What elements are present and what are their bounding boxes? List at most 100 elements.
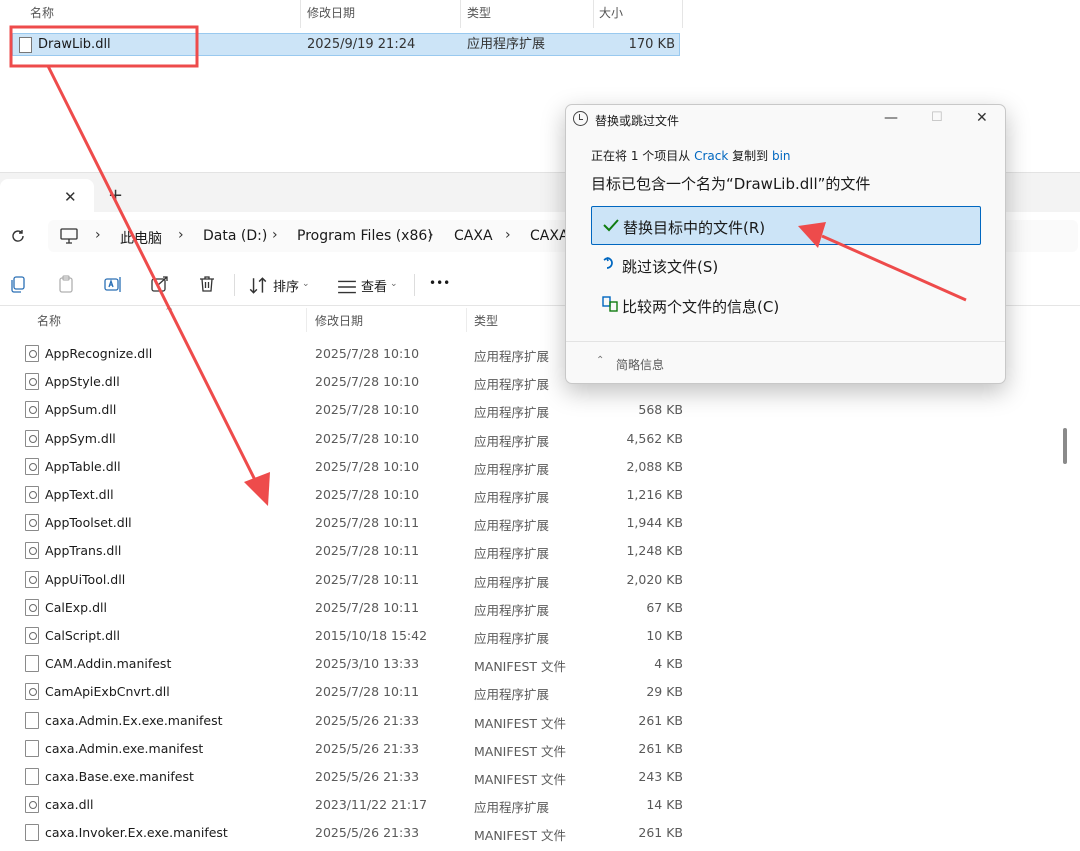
dll-file-icon xyxy=(25,627,39,644)
chevron-down-icon[interactable]: ⌄ xyxy=(390,279,398,289)
file-modified: 2025/9/19 21:24 xyxy=(307,37,416,52)
column-header-modified[interactable]: 修改日期 xyxy=(307,0,355,28)
breadcrumb-item[interactable]: CAXA xyxy=(454,228,493,244)
file-modified: 2025/7/28 10:11 xyxy=(315,571,420,587)
breadcrumb-item[interactable]: Data (D:) xyxy=(203,228,267,244)
rename-icon[interactable] xyxy=(103,274,123,294)
dialog-divider xyxy=(566,341,1005,342)
file-row[interactable]: caxa.Invoker.Ex.exe.manifest 2025/5/26 21… xyxy=(20,820,1050,848)
file-modified: 2025/7/28 10:10 xyxy=(315,346,420,361)
file-size: 29 KB xyxy=(646,684,683,700)
file-row[interactable]: caxa.dll 2023/11/22 21:17 应用程序扩展 14 KB xyxy=(20,792,1050,820)
skip-option[interactable]: 跳过该文件(S) xyxy=(591,246,981,285)
copy-icon[interactable] xyxy=(8,274,28,294)
file-row[interactable]: AppSum.dll 2025/7/28 10:10 应用程序扩展 568 KB xyxy=(20,397,1050,425)
file-row[interactable]: AppUiTool.dll 2025/7/28 10:11 应用程序扩展 2,020 … xyxy=(20,567,1050,595)
column-divider[interactable] xyxy=(593,0,594,28)
skip-arrow-icon xyxy=(603,257,613,269)
breadcrumb-item[interactable]: 此电脑 xyxy=(120,228,162,248)
column-divider[interactable] xyxy=(682,0,683,28)
close-tab-icon[interactable]: ✕ xyxy=(64,188,77,206)
chevron-right-icon[interactable]: › xyxy=(95,227,101,243)
compare-option[interactable]: 比较两个文件的信息(C) xyxy=(591,286,981,325)
delete-icon[interactable] xyxy=(197,274,217,294)
file-row[interactable]: CalExp.dll 2025/7/28 10:11 应用程序扩展 67 KB xyxy=(20,595,1050,623)
column-header-name[interactable]: 名称 xyxy=(30,0,54,28)
file-row[interactable]: caxa.Admin.Ex.exe.manifest 2025/5/26 21:3… xyxy=(20,708,1050,736)
refresh-icon[interactable] xyxy=(10,228,26,244)
new-tab-icon[interactable]: + xyxy=(108,185,123,206)
paste-icon[interactable] xyxy=(56,274,76,294)
chevron-right-icon[interactable]: › xyxy=(178,227,184,243)
view-icon[interactable] xyxy=(337,277,357,297)
scrollbar-thumb[interactable] xyxy=(1063,428,1067,464)
file-modified: 2025/5/26 21:33 xyxy=(315,712,420,728)
file-size: 261 KB xyxy=(638,825,683,841)
column-divider[interactable] xyxy=(306,308,307,332)
minimize-button[interactable]: — xyxy=(884,110,898,126)
share-icon[interactable] xyxy=(150,274,170,294)
file-row[interactable]: AppTable.dll 2025/7/28 10:10 应用程序扩展 2,088 K… xyxy=(20,454,1050,482)
file-row[interactable]: AppSym.dll 2025/7/28 10:10 应用程序扩展 4,562 KB xyxy=(20,426,1050,454)
fewer-details-toggle[interactable]: 简略信息 xyxy=(616,356,664,373)
file-type: 应用程序扩展 xyxy=(474,574,550,590)
chevron-right-icon[interactable]: › xyxy=(428,227,434,243)
file-name: CAM.Addin.manifest xyxy=(45,656,172,672)
column-header-type[interactable]: 类型 xyxy=(474,312,498,329)
dll-file-icon xyxy=(25,514,39,532)
maximize-button: ☐ xyxy=(931,110,943,125)
file-row[interactable]: AppText.dll 2025/7/28 10:10 应用程序扩展 1,216 KB xyxy=(20,482,1050,510)
view-button[interactable]: 查看 xyxy=(361,276,387,295)
chevron-right-icon[interactable]: › xyxy=(272,227,278,243)
dest-folder-link[interactable]: bin xyxy=(772,149,791,163)
chevron-right-icon[interactable]: › xyxy=(505,227,511,243)
column-divider[interactable] xyxy=(300,0,301,28)
sort-icon[interactable] xyxy=(248,276,268,296)
sort-caret-icon: ^ xyxy=(158,0,167,7)
file-row[interactable]: CAM.Addin.manifest 2025/3/10 13:33 MANIFES… xyxy=(20,651,1050,679)
file-modified: 2025/5/26 21:33 xyxy=(315,769,420,784)
clock-icon xyxy=(573,111,588,126)
file-row[interactable]: AppToolset.dll 2025/7/28 10:11 应用程序扩展 1,944… xyxy=(20,510,1050,538)
dll-file-icon xyxy=(25,598,39,616)
file-row[interactable]: CalScript.dll 2015/10/18 15:42 应用程序扩展 10 KB xyxy=(20,623,1050,651)
file-row[interactable]: caxa.Base.exe.manifest 2025/5/26 21:33 MAN… xyxy=(20,764,1050,792)
file-row[interactable]: CamApiExbCnvrt.dll 2025/7/28 10:11 应用程序扩展 2… xyxy=(20,679,1050,707)
file-modified: 2025/3/10 13:33 xyxy=(315,656,420,672)
dll-file-icon xyxy=(25,401,39,419)
close-button[interactable]: ✕ xyxy=(976,110,988,126)
file-name: AppRecognize.dll xyxy=(45,346,153,361)
replace-option[interactable]: 替换目标中的文件(R) xyxy=(591,206,981,245)
more-options-icon[interactable]: ••• xyxy=(429,276,450,290)
chevron-down-icon[interactable]: ⌄ xyxy=(302,279,310,289)
file-name: caxa.Invoker.Ex.exe.manifest xyxy=(45,825,228,841)
column-header-type[interactable]: 类型 xyxy=(467,0,491,28)
source-folder-link[interactable]: Crack xyxy=(694,149,728,163)
file-row[interactable]: AppTrans.dll 2025/7/28 10:11 应用程序扩展 1,248 K… xyxy=(20,538,1050,566)
column-header-modified[interactable]: 修改日期 xyxy=(315,312,363,329)
column-divider[interactable] xyxy=(460,0,461,28)
manifest-file-icon xyxy=(25,768,39,785)
dll-file-icon xyxy=(25,345,39,362)
file-modified: 2025/7/28 10:10 xyxy=(315,487,420,502)
file-modified: 2025/7/28 10:10 xyxy=(315,374,420,390)
chevron-up-icon[interactable]: ⌃ xyxy=(596,355,604,366)
file-size: 261 KB xyxy=(638,712,683,728)
file-size: 170 KB xyxy=(628,37,675,52)
file-modified: 2025/7/28 10:11 xyxy=(315,543,420,559)
column-divider[interactable] xyxy=(466,308,467,332)
dll-file-icon xyxy=(25,683,39,701)
file-modified: 2015/10/18 15:42 xyxy=(315,628,428,643)
sort-button[interactable]: 排序 xyxy=(273,276,299,295)
explorer-tab[interactable]: ✕ xyxy=(0,179,94,213)
file-size: 1,944 KB xyxy=(626,515,683,531)
breadcrumb-item[interactable]: Program Files (x86) xyxy=(297,228,433,244)
file-modified: 2025/7/28 10:11 xyxy=(315,599,420,615)
file-row[interactable]: caxa.Admin.exe.manifest 2025/5/26 21:33 MA… xyxy=(20,736,1050,764)
dll-file-icon xyxy=(25,486,39,503)
file-size: 67 KB xyxy=(646,599,683,615)
dll-file-icon xyxy=(25,542,39,560)
column-header-size[interactable]: 大小 xyxy=(599,0,623,28)
breadcrumb-item[interactable]: CAXA xyxy=(530,228,569,244)
column-header-name[interactable]: 名称 xyxy=(37,312,61,329)
